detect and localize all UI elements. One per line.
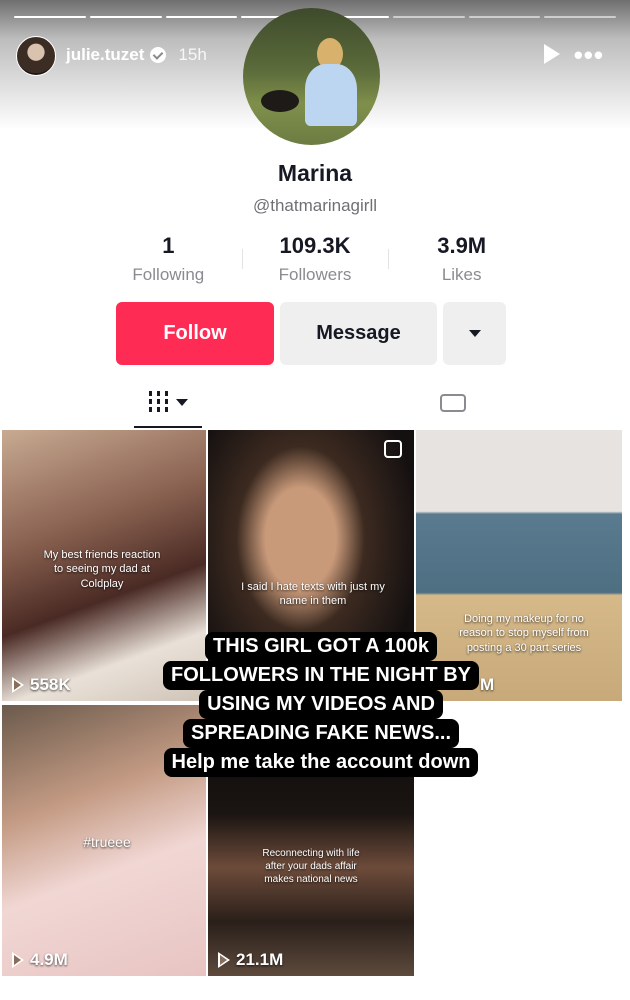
profile-avatar — [243, 8, 380, 145]
view-count: 21.1M — [236, 950, 284, 969]
stat-likes: 3.9M Likes — [388, 233, 535, 285]
profile-name: Marina — [277, 160, 353, 186]
caption-line: Help me take the account down — [163, 748, 479, 777]
caption-line: FOLLOWERS IN THE NIGHT BY — [163, 661, 479, 690]
follow-button[interactable]: Follow — [116, 302, 274, 365]
profile-stats: 1 Following 109.3K Followers 3.9M Likes — [95, 233, 535, 285]
video-views: 4.9M — [12, 950, 68, 970]
story-user[interactable]: julie.tuzet 15h — [66, 45, 207, 65]
view-count: 558K — [30, 675, 71, 694]
suggested-accounts-button[interactable] — [443, 302, 506, 365]
view-count: 4.9M — [30, 950, 68, 969]
chevron-down-icon — [175, 398, 188, 406]
avatar-figure-dress — [305, 64, 357, 126]
play-icon — [12, 952, 24, 968]
story-caption: THIS GIRL GOT A 100k FOLLOWERS IN THE NI… — [146, 632, 496, 777]
play-icon[interactable] — [544, 44, 560, 64]
stat-label: Followers — [278, 265, 352, 284]
progress-segment — [468, 16, 541, 18]
progress-segment — [392, 16, 465, 18]
video-overlay-text: #trueee — [83, 834, 131, 850]
video-views: 21.1M — [218, 950, 283, 970]
stat-followers[interactable]: 109.3K Followers — [241, 233, 389, 285]
stat-label: Likes — [441, 265, 482, 284]
photo-carousel-icon — [384, 440, 402, 458]
stat-value: 1 — [162, 233, 175, 258]
tab-reposts[interactable] — [436, 386, 472, 420]
caption-line: SPREADING FAKE NEWS... — [182, 719, 460, 748]
stat-following[interactable]: 1 Following — [95, 233, 242, 285]
story-username[interactable]: julie.tuzet — [66, 45, 144, 65]
repost-icon — [440, 394, 466, 412]
verified-icon — [150, 47, 167, 63]
progress-segment — [165, 16, 238, 18]
chevron-down-icon — [468, 330, 481, 337]
more-options-icon[interactable]: ••• — [574, 40, 604, 71]
story-time: 15h — [178, 45, 207, 64]
play-icon — [218, 952, 230, 968]
story-avatar[interactable] — [16, 36, 56, 76]
progress-segment — [89, 16, 162, 18]
video-overlay-text: Reconnecting with life after your dads a… — [262, 848, 360, 885]
avatar-dog — [261, 90, 299, 112]
progress-segment — [544, 16, 616, 18]
tab-videos[interactable] — [134, 378, 202, 428]
video-views: 558K — [12, 675, 71, 695]
stat-value: 3.9M — [437, 233, 487, 258]
profile-tabs — [0, 378, 630, 428]
progress-segment — [14, 16, 86, 18]
caption-line: THIS GIRL GOT A 100k — [205, 632, 437, 661]
play-icon — [12, 677, 24, 693]
video-overlay-text: My best friends reaction to seeing my da… — [43, 549, 161, 590]
caption-line: USING MY VIDEOS AND — [199, 690, 443, 719]
profile-handle: @thatmarinagirll — [252, 196, 378, 215]
message-button[interactable]: Message — [280, 302, 437, 365]
profile-actions: Follow Message — [116, 302, 506, 365]
grid-icon — [148, 391, 168, 413]
video-overlay-text: I said I hate texts with just my name in… — [241, 581, 385, 608]
stat-label: Following — [132, 265, 205, 284]
stat-value: 109.3K — [279, 233, 351, 258]
